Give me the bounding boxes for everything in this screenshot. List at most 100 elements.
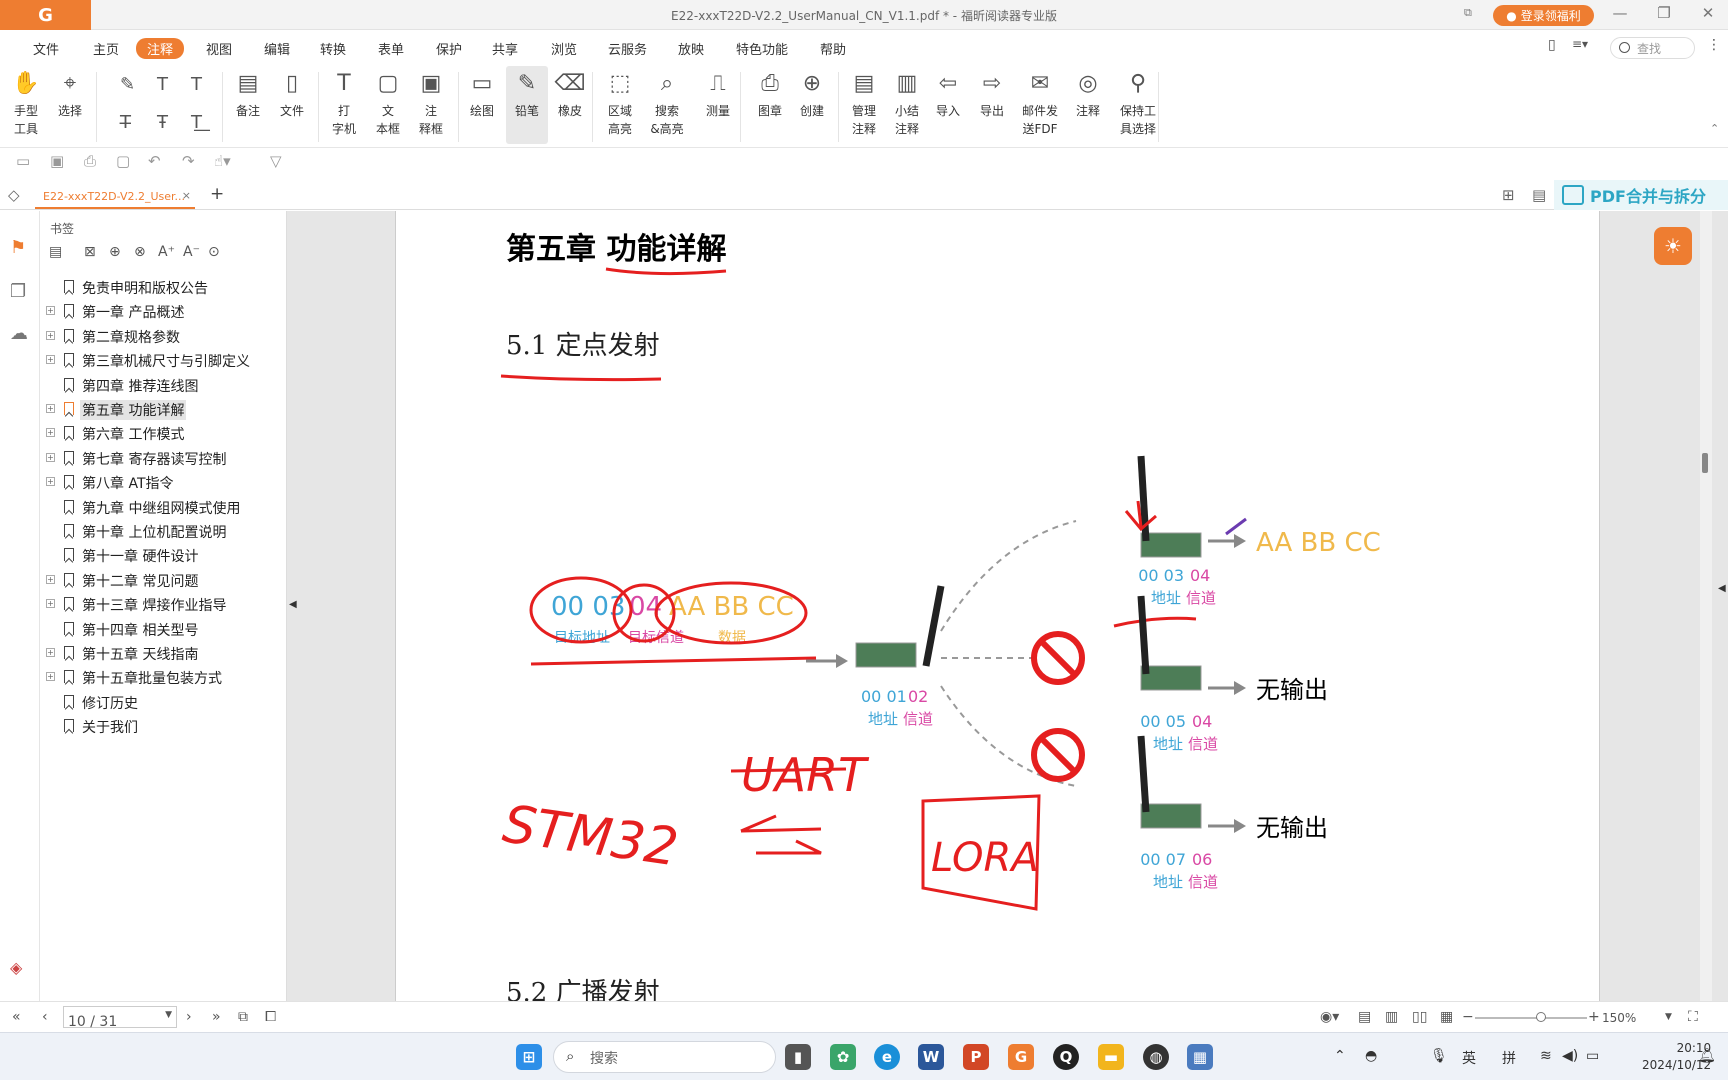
text-markup-icon-1[interactable]: T — [157, 74, 168, 95]
expand-icon[interactable]: + — [46, 599, 55, 609]
bookmark-item[interactable]: + 第三章机械尺寸与引脚定义 — [44, 350, 284, 372]
menu-0[interactable]: 文件 — [33, 39, 59, 58]
text-markup-icon-4[interactable]: Ŧ — [157, 112, 168, 133]
ribbon-select-button[interactable]: ⌖ 选择 — [50, 66, 90, 144]
rotate-icon[interactable]: ⧉ — [238, 1009, 248, 1025]
powerpoint-icon[interactable]: P — [963, 1044, 989, 1070]
volume-icon[interactable]: ◀) — [1562, 1048, 1578, 1064]
bookmark-item[interactable]: + 第十二章 常见问题 — [44, 570, 284, 592]
pdf-page[interactable]: 第五章 功能详解 5.1 定点发射 00 03 04 AA BB CC 目标地址… — [395, 211, 1600, 1001]
qq-icon[interactable]: Q — [1053, 1044, 1079, 1070]
prev-page-icon[interactable]: ‹ — [42, 1009, 48, 1025]
pin-icon[interactable]: ⧉ — [1464, 6, 1472, 20]
ribbon-summary-button[interactable]: ▥ 小结 注释 — [885, 66, 929, 144]
bookmark-item[interactable]: + 第六章 工作模式 — [44, 423, 284, 445]
hand-dropdown-icon[interactable]: ☝▾ — [214, 152, 231, 170]
minimize-button[interactable]: — — [1602, 4, 1638, 26]
pages-panel-icon[interactable]: ❐ — [10, 281, 26, 302]
ribbon-mail-button[interactable]: ✉ 邮件发 送FDF — [1014, 66, 1066, 144]
expand-icon[interactable]: + — [46, 404, 55, 413]
redo-icon[interactable]: ↷ — [182, 152, 195, 170]
page-dropdown-icon[interactable]: ▼ — [165, 1010, 172, 1020]
wifi-icon[interactable]: ≋ — [1540, 1048, 1552, 1064]
ribbon-pencil-button[interactable]: ✎ 铅笔 — [506, 66, 548, 144]
ribbon-stamp-button[interactable]: ⎙ 图章 — [748, 66, 792, 144]
last-page-icon[interactable]: » — [212, 1009, 221, 1025]
menu-3[interactable]: 视图 — [206, 39, 232, 58]
bookmark-item[interactable]: + 第十三章 焊接作业指导 — [44, 594, 284, 616]
bm-add-icon[interactable]: ⊕ — [109, 244, 121, 260]
taskbar-search[interactable]: ⌕ 搜索 — [553, 1041, 776, 1073]
bookmark-item[interactable]: + 第八章 AT指令 — [44, 472, 284, 494]
camera-app-icon[interactable]: ◍ — [1143, 1044, 1169, 1070]
zoom-slider[interactable] — [1475, 1017, 1587, 1019]
cover-facing-icon[interactable]: ▦ — [1440, 1009, 1453, 1025]
menu-5[interactable]: 转换 — [320, 39, 346, 58]
ribbon-textbox-button[interactable]: ▢ 文本框 — [368, 66, 408, 144]
scroll-thumb[interactable] — [1702, 453, 1708, 473]
find-options-icon[interactable]: ≡▾ — [1572, 37, 1588, 51]
text-markup-icon-0[interactable]: ✎ — [120, 74, 135, 95]
ribbon-export-button[interactable]: ⇨ 导出 — [970, 66, 1014, 144]
comments-panel-icon[interactable]: ☁ — [10, 323, 28, 344]
bm-add-child-icon[interactable]: ⊗ — [134, 244, 146, 260]
collapse-panel-icon[interactable]: ◀ — [289, 599, 297, 610]
menu-2[interactable]: 注释 — [136, 38, 185, 59]
task-view-icon[interactable]: ▮ — [785, 1044, 811, 1070]
more-icon[interactable]: ⋮ — [1707, 37, 1721, 53]
explorer-icon[interactable]: ▬ — [1098, 1044, 1124, 1070]
split-icon[interactable]: ⧠ — [265, 1009, 276, 1025]
foxit-icon[interactable]: G — [1008, 1044, 1034, 1070]
ribbon-callout-button[interactable]: ▣ 注释框 — [411, 66, 451, 144]
bm-font-larger-icon[interactable]: A⁺ — [158, 244, 175, 260]
qq-tray-icon[interactable]: ◓ — [1365, 1048, 1377, 1064]
bookmark-item[interactable]: + 第十五章批量包装方式 — [44, 667, 284, 689]
expand-icon[interactable]: + — [46, 452, 55, 462]
bookmark-item[interactable]: 第九章 中继组网模式使用 — [44, 497, 284, 519]
bookmark-item[interactable]: 第十一章 硬件设计 — [44, 545, 284, 567]
ribbon-file-button[interactable]: ▯ 文件 — [272, 66, 312, 144]
calculator-icon[interactable]: ▦ — [1187, 1044, 1213, 1070]
apps-icon[interactable]: ◈ — [10, 958, 22, 977]
print-icon[interactable]: ⎙ — [84, 152, 96, 170]
text-markup-icon-2[interactable]: T — [191, 74, 202, 95]
bookmark-item[interactable]: + 第一章 产品概述 — [44, 301, 284, 323]
first-page-icon[interactable]: « — [12, 1009, 21, 1025]
bookmark-item[interactable]: + 第二章规格参数 — [44, 326, 284, 348]
save-icon[interactable]: ▣ — [50, 152, 64, 170]
expand-icon[interactable]: + — [46, 672, 55, 682]
bookmark-item[interactable]: + 第五章 功能详解 — [44, 399, 284, 421]
bookmark-item[interactable]: 第十四章 相关型号 — [44, 619, 284, 641]
expand-icon[interactable]: + — [46, 428, 55, 438]
ribbon-comment-button[interactable]: ◎ 注释 — [1068, 66, 1108, 144]
collapse-right-icon[interactable]: ◀ — [1718, 583, 1726, 594]
widgets-icon[interactable]: ✿ — [830, 1044, 856, 1070]
page-number-input[interactable]: 10 / 31 ▼ — [63, 1006, 177, 1030]
continuous-icon[interactable]: ▥ — [1385, 1009, 1398, 1025]
new-tab-button[interactable]: + — [210, 184, 224, 204]
bm-font-smaller-icon[interactable]: A⁻ — [183, 244, 200, 260]
new-icon[interactable]: ▢ — [116, 152, 130, 170]
zoom-slider-thumb[interactable] — [1536, 1012, 1546, 1022]
undo-icon[interactable]: ↶ — [148, 152, 161, 170]
app-logo[interactable]: G — [0, 0, 91, 30]
vertical-scrollbar[interactable] — [1700, 211, 1712, 1001]
menu-12[interactable]: 特色功能 — [736, 39, 788, 58]
close-button[interactable]: ✕ — [1690, 4, 1726, 26]
edge-icon[interactable]: e — [874, 1044, 900, 1070]
ribbon-eraser-button[interactable]: ⌫ 橡皮 — [550, 66, 590, 144]
menu-9[interactable]: 浏览 — [551, 39, 577, 58]
bookmark-item[interactable]: + 第十五章 天线指南 — [44, 643, 284, 665]
ribbon-area-highlight-button[interactable]: ⬚ 区域 高亮 — [600, 66, 640, 144]
view-mode-icon[interactable]: ◉▾ — [1320, 1009, 1339, 1025]
expand-icon[interactable]: + — [46, 355, 55, 365]
bookmark-item[interactable]: 第十章 上位机配置说明 — [44, 521, 284, 543]
word-icon[interactable]: W — [918, 1044, 944, 1070]
search-input[interactable]: 查找 — [1610, 37, 1695, 59]
tray-expand-icon[interactable]: ⌃ — [1334, 1048, 1346, 1064]
ribbon-create-button[interactable]: ⊕ 创建 — [790, 66, 834, 144]
ribbon-note-button[interactable]: ▤ 备注 — [228, 66, 268, 144]
zoom-in-icon[interactable]: + — [1588, 1009, 1600, 1025]
menu-6[interactable]: 表单 — [378, 39, 404, 58]
bookmark-item[interactable]: 免责申明和版权公告 — [44, 277, 284, 299]
